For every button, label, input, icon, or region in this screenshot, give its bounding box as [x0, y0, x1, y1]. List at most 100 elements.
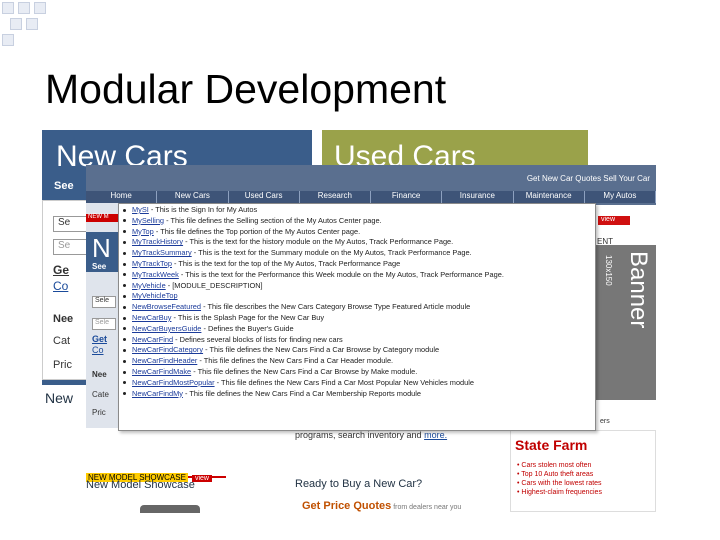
- module-link[interactable]: MyVehicle: [132, 281, 166, 290]
- front-nee-label: Nee: [92, 370, 107, 379]
- module-link[interactable]: NewCarBuyersGuide: [132, 324, 201, 333]
- module-description: - This is the Splash Page for the New Ca…: [171, 312, 325, 322]
- module-description: - Defines the Buyer's Guide: [201, 323, 294, 333]
- nav-insurance[interactable]: Insurance: [442, 191, 514, 203]
- module-description: - This is the text for the top of the My…: [171, 258, 401, 268]
- module-description: - [MODULE_DESCRIPTION]: [165, 280, 263, 290]
- bullet-icon: [123, 338, 126, 342]
- module-description: - This is the text for the history modul…: [183, 237, 454, 247]
- bullet-icon: [123, 240, 126, 244]
- state-farm-ad[interactable]: State Farm • Cars stolen most often • To…: [510, 430, 656, 512]
- corner-square: [2, 2, 14, 14]
- module-list-popup: MySI - This is the Sign In for My Autos M…: [118, 203, 596, 431]
- module-list-item: MySelling - This file defines the Sellin…: [123, 216, 591, 227]
- module-link[interactable]: NewCarFindMake: [132, 367, 191, 376]
- bullet-icon: [123, 262, 126, 266]
- module-list-item: NewCarFindMake - This file defines the N…: [123, 367, 591, 378]
- module-description: - Defines several blocks of lists for fi…: [173, 334, 343, 344]
- nav-maintenance[interactable]: Maintenance: [513, 191, 585, 203]
- bullet-icon: [123, 370, 126, 374]
- bullet-icon: [123, 305, 126, 309]
- sf-item[interactable]: • Cars stolen most often: [517, 461, 602, 470]
- front-select-1[interactable]: Sele: [92, 296, 116, 308]
- bullet-icon: [123, 208, 126, 212]
- back-new-label: New: [45, 390, 74, 406]
- module-link[interactable]: MyTrackTop: [132, 259, 172, 268]
- new-cars-header-letter: N: [92, 233, 111, 263]
- nav-home[interactable]: Home: [86, 191, 158, 203]
- bullet-icon: [123, 273, 126, 277]
- module-description: - This file defines the New Cars Find a …: [203, 345, 440, 355]
- nav-my-autos[interactable]: My Autos: [584, 191, 656, 203]
- module-description: - This is the text for the Summary modul…: [191, 248, 472, 258]
- showcase-view-button[interactable]: view: [191, 475, 212, 482]
- more-link[interactable]: more.: [424, 430, 447, 440]
- back-pri-label: Pric: [53, 359, 72, 371]
- module-list-item: NewCarFind - Defines several blocks of l…: [123, 335, 591, 346]
- bullet-icon: [123, 392, 126, 396]
- state-farm-list: • Cars stolen most often • Top 10 Auto t…: [517, 461, 602, 497]
- module-description: - This is the Sign In for My Autos: [148, 205, 258, 214]
- module-description: - This file defines the New Cars Find a …: [197, 356, 394, 366]
- quote-links[interactable]: Get New Car Quotes Sell Your Car: [527, 174, 650, 183]
- module-list: MySI - This is the Sign In for My Autos M…: [123, 205, 591, 399]
- module-description: - This file defines the New Cars Find a …: [191, 366, 418, 376]
- main-nav: Home New Cars Used Cars Research Finance…: [86, 191, 656, 203]
- sf-item[interactable]: • Cars with the lowest rates: [517, 479, 602, 488]
- module-link[interactable]: MySelling: [132, 216, 164, 225]
- bullet-icon: [123, 381, 126, 385]
- corner-square: [2, 34, 14, 46]
- module-link[interactable]: NewCarFindCategory: [132, 345, 203, 354]
- nav-used-cars[interactable]: Used Cars: [228, 191, 300, 203]
- module-link[interactable]: NewBrowseFeatured: [132, 302, 201, 311]
- ready-title: Ready to Buy a New Car?: [295, 478, 423, 490]
- car-image: [140, 505, 200, 513]
- module-list-item: MyVehicle - [MODULE_DESCRIPTION]: [123, 281, 591, 292]
- module-link[interactable]: NewCarFindMostPopular: [132, 378, 215, 387]
- module-list-item: MyTrackHistory - This is the text for th…: [123, 237, 591, 248]
- module-link[interactable]: MyTrackWeek: [132, 270, 179, 279]
- module-list-item: NewCarBuyersGuide - Defines the Buyer's …: [123, 324, 591, 335]
- module-list-item: MyTrackSummary - This is the text for th…: [123, 248, 591, 259]
- bullet-icon: [123, 219, 126, 223]
- sf-item[interactable]: • Top 10 Auto theft areas: [517, 470, 602, 479]
- nav-research[interactable]: Research: [299, 191, 371, 203]
- bullet-icon: [123, 327, 126, 331]
- price-quotes-link[interactable]: Get Price Quotes from dealers near you: [302, 500, 461, 512]
- corner-square: [34, 2, 46, 14]
- module-link[interactable]: MyVehicleTop: [132, 291, 178, 300]
- state-farm-logo: State Farm: [515, 437, 588, 453]
- module-link[interactable]: NewCarBuy: [132, 313, 171, 322]
- module-list-item: MySI - This is the Sign In for My Autos: [123, 205, 591, 216]
- module-description: - This file defines the New Cars Find a …: [214, 377, 475, 387]
- sf-item[interactable]: • Highest-claim frequencies: [517, 488, 602, 497]
- module-description: - This is the text for the Performance t…: [178, 269, 504, 279]
- showcase-title: New Model Showcase: [86, 479, 195, 491]
- module-list-item: MyTrackWeek - This is the text for the P…: [123, 270, 591, 281]
- module-link[interactable]: NewCarFindHeader: [132, 356, 197, 365]
- nav-new-cars[interactable]: New Cars: [157, 191, 229, 203]
- module-list-item: MyTrackTop - This is the text for the to…: [123, 259, 591, 270]
- module-link[interactable]: NewCarFindMy: [132, 389, 183, 398]
- module-list-item: NewCarBuy - This is the Splash Page for …: [123, 313, 591, 324]
- front-co-link[interactable]: Co: [92, 345, 104, 355]
- front-get-link[interactable]: Get: [92, 334, 107, 344]
- ad-banner[interactable]: Banner 130x150: [596, 245, 656, 400]
- back-cat-label: Cat: [53, 335, 71, 347]
- module-link[interactable]: MyTrackSummary: [132, 248, 192, 257]
- nav-finance[interactable]: Finance: [371, 191, 443, 203]
- module-list-item: NewBrowseFeatured - This file describes …: [123, 302, 591, 313]
- back-get-link[interactable]: Ge: [53, 263, 69, 277]
- module-list-item: NewCarFindCategory - This file defines t…: [123, 345, 591, 356]
- right-view-tag[interactable]: view: [598, 216, 630, 225]
- site-header: Get New Car Quotes Sell Your Car Home Ne…: [86, 165, 656, 205]
- bullet-icon: [123, 294, 126, 298]
- back-co-link[interactable]: Co: [53, 279, 68, 293]
- module-link[interactable]: MySI: [132, 205, 149, 214]
- module-link[interactable]: MyTrackHistory: [132, 237, 183, 246]
- front-select-2[interactable]: Sele: [92, 318, 116, 330]
- module-description: - This file defines the Selling section …: [164, 215, 382, 225]
- module-link[interactable]: MyTop: [132, 227, 154, 236]
- module-link[interactable]: NewCarFind: [132, 335, 173, 344]
- front-see-label: See: [92, 262, 107, 271]
